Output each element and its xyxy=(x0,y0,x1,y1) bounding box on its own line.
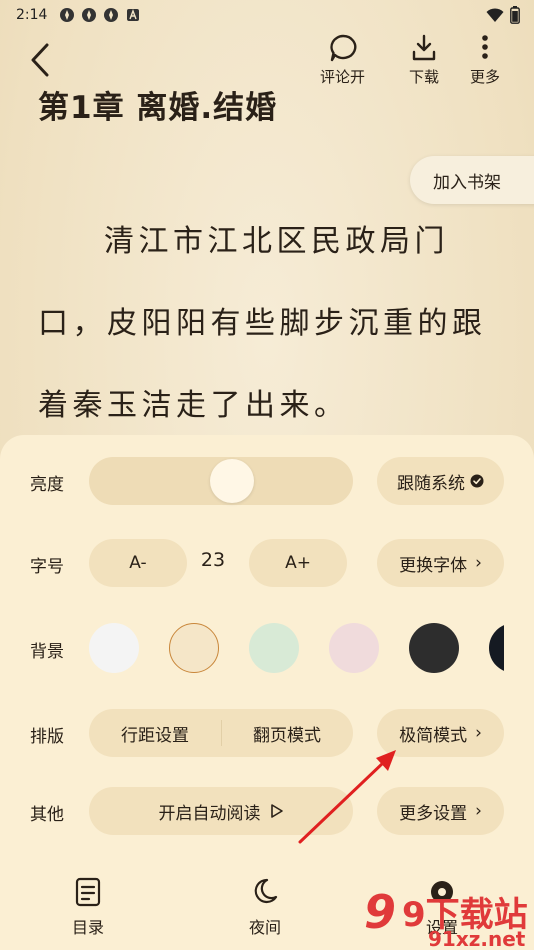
book-list-icon xyxy=(75,877,101,907)
status-time: 2:14 xyxy=(16,7,48,23)
add-to-shelf-button[interactable]: 加入书架 xyxy=(410,156,534,204)
tab-night-mode[interactable]: 夜间 xyxy=(249,876,281,938)
more-settings-button[interactable]: 更多设置 › xyxy=(377,787,504,835)
check-circle-icon xyxy=(470,474,484,488)
chevron-left-icon xyxy=(31,43,49,77)
comments-toggle-button[interactable]: 评论开 xyxy=(320,32,365,87)
app-icon xyxy=(104,8,119,22)
moon-icon xyxy=(254,878,278,904)
content-line: 着秦玉洁走了出来。 xyxy=(38,388,349,423)
status-right xyxy=(486,6,520,24)
download-icon xyxy=(412,34,436,61)
watermark-sub-text: 91xz.net xyxy=(428,927,526,950)
font-decrease-button[interactable]: A- xyxy=(89,539,187,587)
app-icon xyxy=(60,8,75,22)
line-spacing-button[interactable]: 行距设置 xyxy=(89,709,221,757)
content-line: 清江市江北区民政局门 xyxy=(104,224,449,259)
page-turn-mode-button[interactable]: 翻页模式 xyxy=(221,709,353,757)
other-label: 其他 xyxy=(30,805,64,825)
background-swatch-dark-gray[interactable] xyxy=(409,623,459,673)
back-button[interactable] xyxy=(24,42,56,78)
comment-bubble-icon xyxy=(329,34,356,62)
brightness-slider[interactable] xyxy=(89,457,353,505)
a-icon xyxy=(127,9,140,21)
minimal-mode-button[interactable]: 极简模式 › xyxy=(377,709,504,757)
download-button[interactable]: 下载 xyxy=(409,32,439,87)
background-swatch-white[interactable] xyxy=(89,623,139,673)
background-swatch-beige[interactable] xyxy=(169,623,219,673)
background-swatch-pink[interactable] xyxy=(329,623,379,673)
svg-text:9: 9 xyxy=(364,885,396,939)
toc-label: 目录 xyxy=(72,918,105,937)
chevron-right-icon: › xyxy=(475,801,482,821)
site-watermark-logo: 9 9下载站 91xz.net xyxy=(364,885,528,950)
background-swatch-clip xyxy=(489,623,504,673)
download-label: 下载 xyxy=(409,68,440,86)
font-size-label: 字号 xyxy=(30,557,64,577)
auto-read-label: 开启自动阅读 xyxy=(158,803,261,824)
night-label: 夜间 xyxy=(249,918,282,937)
brightness-slider-thumb[interactable] xyxy=(209,459,254,503)
wifi-icon xyxy=(486,8,504,22)
layout-label: 排版 xyxy=(30,727,64,747)
tab-toc[interactable]: 目录 xyxy=(72,876,104,938)
more-settings-label: 更多设置 xyxy=(399,803,468,824)
follow-system-button[interactable]: 跟随系统 xyxy=(377,457,504,505)
reader-settings-panel xyxy=(0,435,534,950)
font-size-value: 23 xyxy=(200,549,226,571)
background-swatch-green[interactable] xyxy=(249,623,299,673)
chevron-right-icon: › xyxy=(475,553,482,573)
brightness-label: 亮度 xyxy=(30,475,64,495)
change-font-label: 更换字体 xyxy=(399,555,468,576)
minimal-mode-label: 极简模式 xyxy=(399,725,468,746)
content-line: 口，皮阳阳有些脚步沉重的跟 xyxy=(38,306,487,341)
app-icon xyxy=(82,8,97,22)
comments-label: 评论开 xyxy=(320,68,366,86)
auto-read-button[interactable]: 开启自动阅读 xyxy=(89,787,353,835)
play-icon xyxy=(270,804,283,818)
chevron-right-icon: › xyxy=(475,723,482,743)
background-label: 背景 xyxy=(30,642,64,662)
background-swatch-black[interactable] xyxy=(489,623,504,673)
more-vertical-icon xyxy=(482,35,488,59)
status-bar: 2:14 xyxy=(0,0,534,30)
chapter-title: 第1章 离婚.结婚 xyxy=(38,90,278,126)
font-increase-button[interactable]: A+ xyxy=(249,539,347,587)
change-font-button[interactable]: 更换字体 › xyxy=(377,539,504,587)
follow-system-label: 跟随系统 xyxy=(397,473,465,494)
battery-icon xyxy=(510,6,520,24)
more-label: 更多 xyxy=(470,68,501,86)
more-button[interactable]: 更多 xyxy=(470,32,500,87)
